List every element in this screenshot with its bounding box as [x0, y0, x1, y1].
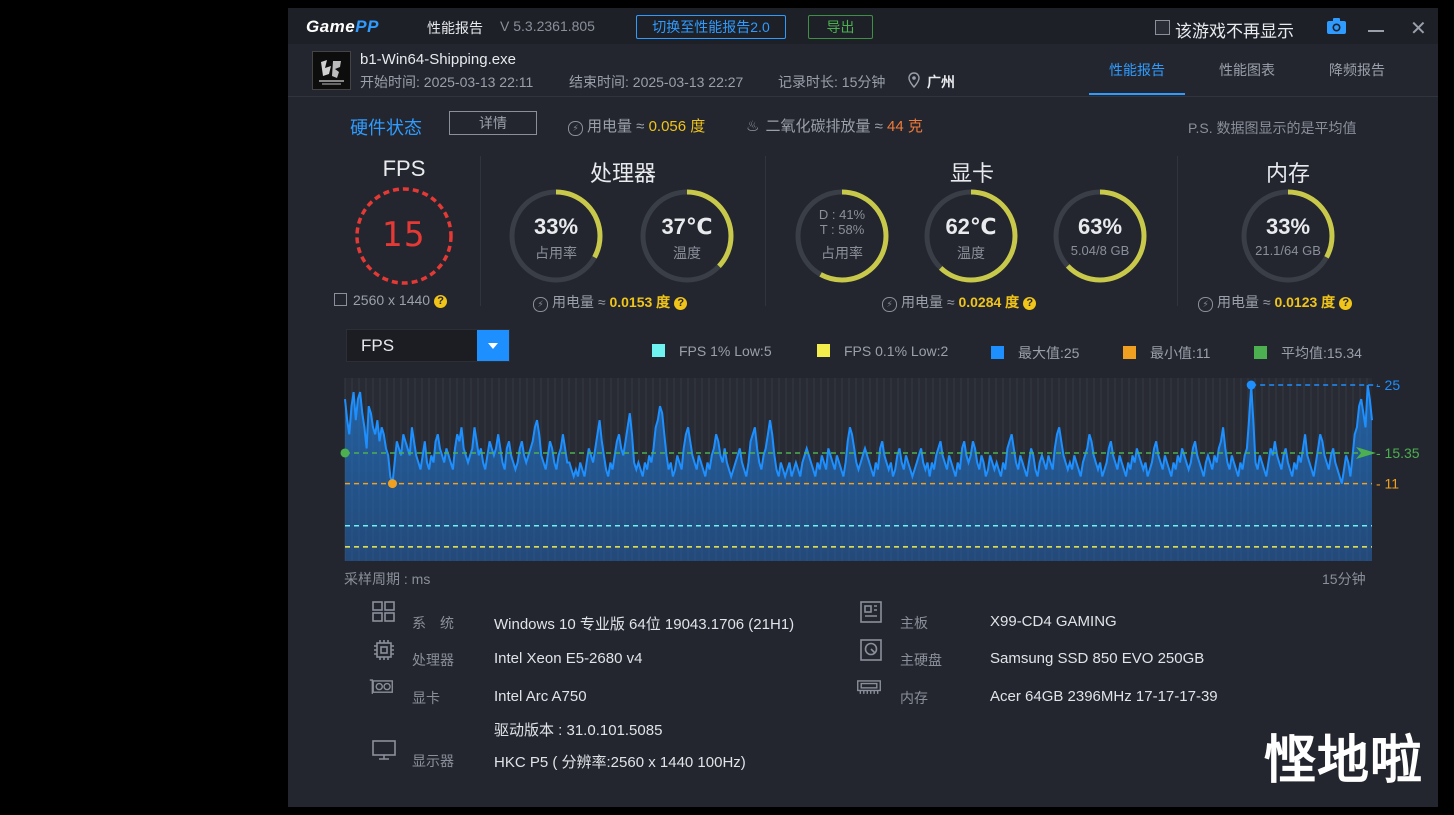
system-gpu-driver: 驱动版本 : 31.0.101.5085 [494, 722, 663, 739]
cpu-icon [374, 640, 394, 660]
system-memory-value: Acer 64GB 2396MHz 17-17-17-39 [990, 688, 1218, 705]
system-disk-value: Samsung SSD 850 EVO 250GB [990, 650, 1205, 667]
report-window: GamePP 性能报告 V 5.3.2361.805 切换至性能报告2.0 导出… [288, 8, 1438, 807]
gpu-icon [369, 679, 393, 694]
system-gpu-key: 显卡 [412, 690, 440, 706]
system-motherboard-value: X99-CD4 GAMING [990, 613, 1117, 630]
system-os-key: 系 统 [412, 615, 454, 631]
system-os-value: Windows 10 专业版 64位 19043.1706 (21H1) [494, 616, 795, 633]
system-cpu-key: 处理器 [412, 652, 454, 668]
memory-icon [857, 680, 881, 694]
watermark-text: 悭地啦 [1264, 732, 1424, 790]
min-point [387, 479, 397, 489]
monitor-icon [372, 740, 396, 760]
windows-icon [372, 601, 395, 622]
avg-value-label: - 15.35 [1376, 445, 1420, 461]
system-disk-key: 主硬盘 [900, 652, 942, 668]
motherboard-icon [860, 601, 882, 623]
system-cpu-value: Intel Xeon E5-2680 v4 [494, 650, 643, 667]
system-memory-key: 内存 [900, 690, 928, 706]
x-axis-label: 采样周期 : ms [344, 571, 431, 587]
avg-point [340, 448, 350, 458]
max-value-label: - 25 [1376, 377, 1400, 393]
min-value-label: - 11 [1376, 476, 1399, 492]
system-monitor-value: HKC P5 ( 分辨率:2560 x 1440 100Hz) [494, 754, 746, 771]
hard-disk-icon [860, 639, 882, 661]
system-motherboard-key: 主板 [900, 615, 928, 631]
max-point [1246, 380, 1256, 390]
system-monitor-key: 显示器 [412, 753, 454, 769]
system-gpu-value: Intel Arc A750 [494, 688, 587, 705]
x-axis-end-label: 15分钟 [1322, 571, 1366, 587]
